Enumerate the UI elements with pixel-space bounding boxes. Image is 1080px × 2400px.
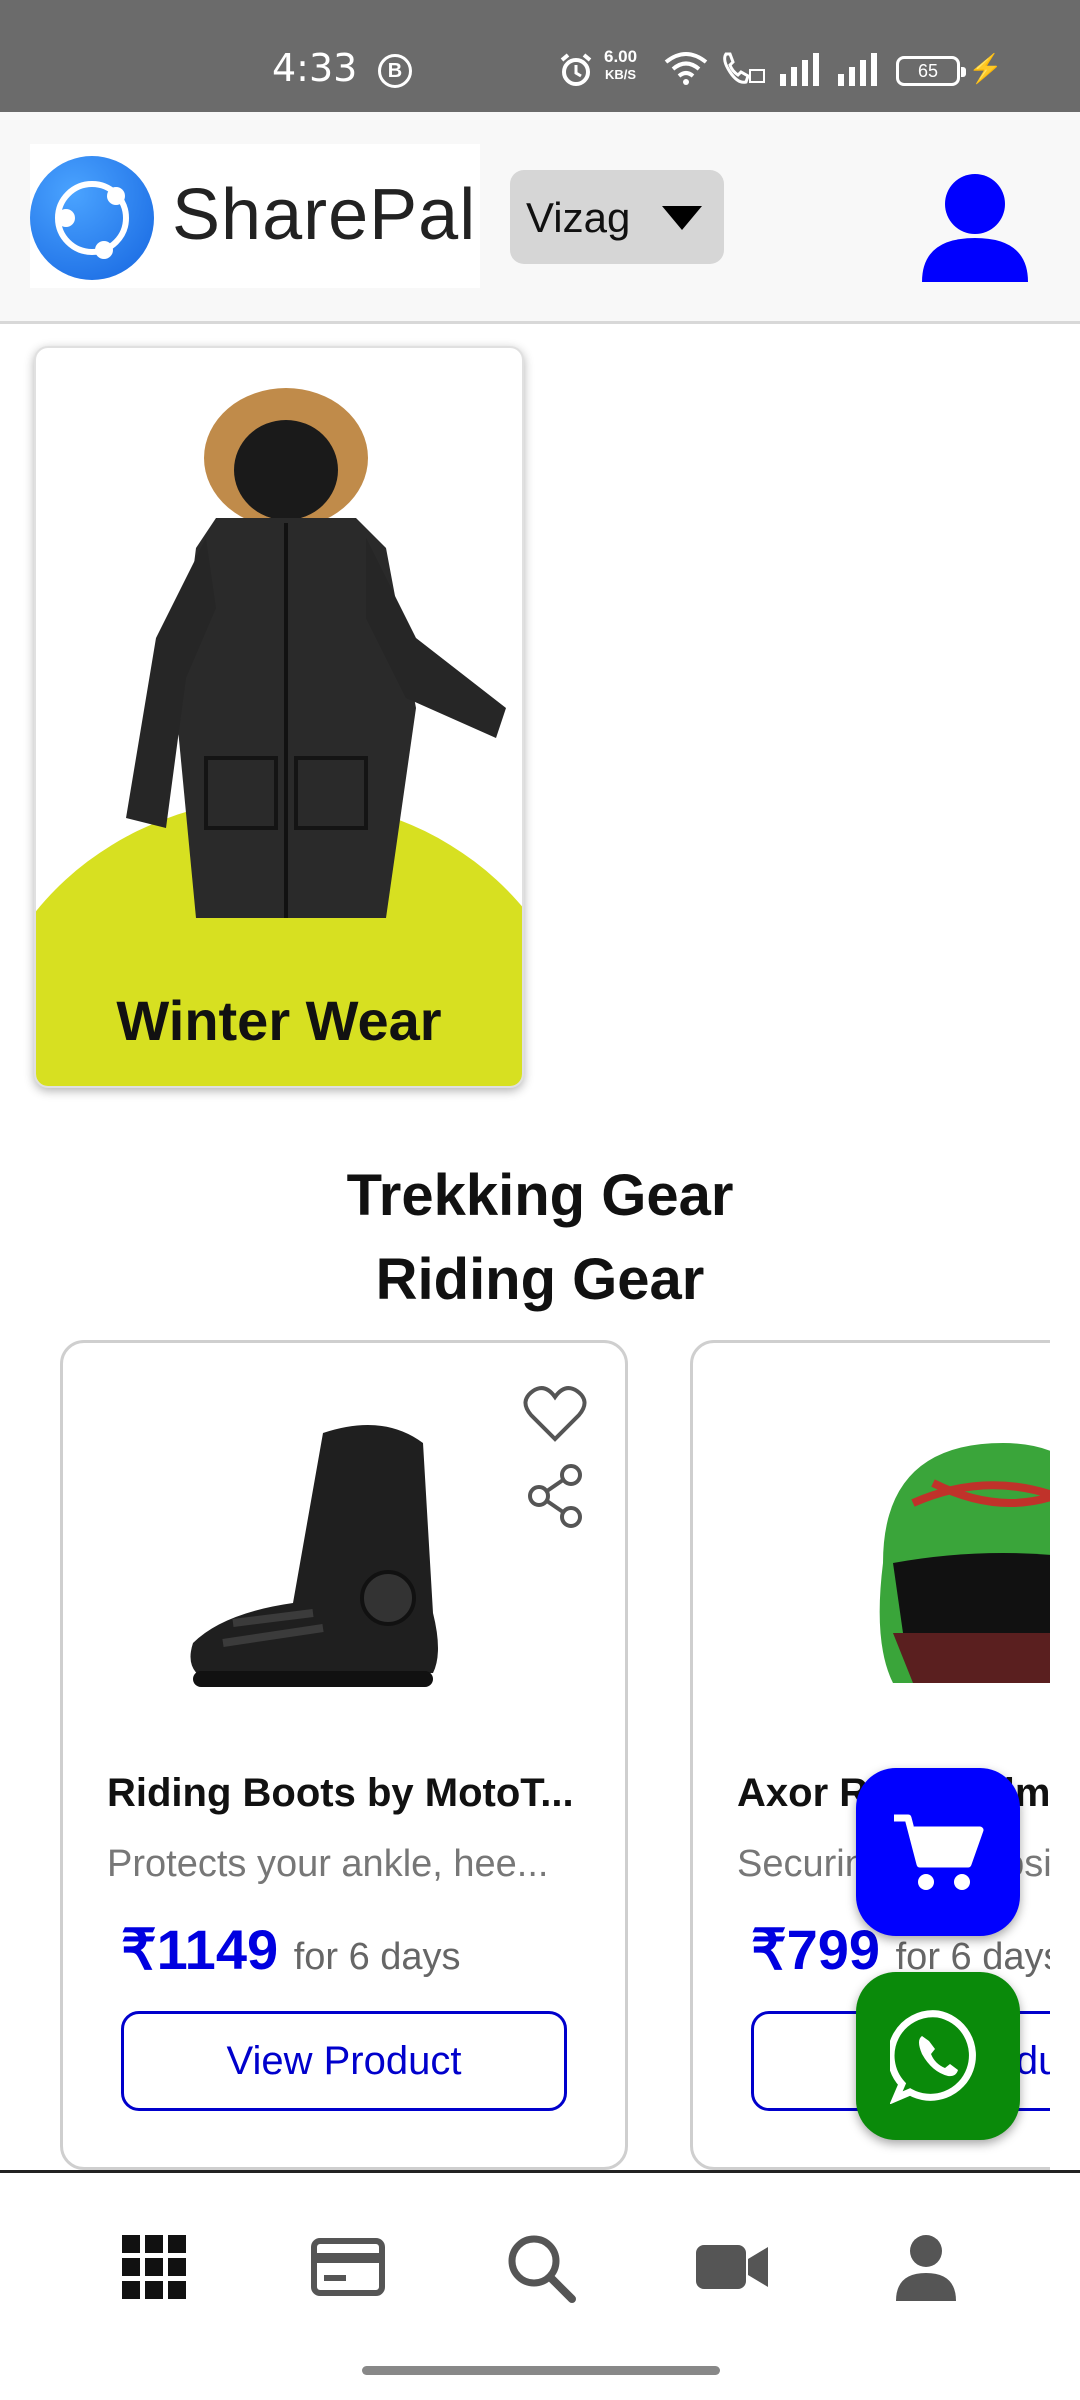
b-badge-icon: B <box>378 54 412 88</box>
cart-button[interactable] <box>856 1768 1020 1936</box>
cart-icon <box>894 1814 984 1890</box>
status-time: 4:33 <box>272 46 358 90</box>
riding-boot-image <box>190 1425 438 1687</box>
jacket-image <box>126 388 506 918</box>
section-title-riding[interactable]: Riding Gear <box>0 1246 1080 1313</box>
view-product-button[interactable]: View Product <box>121 2011 567 2111</box>
video-icon[interactable] <box>692 2227 772 2307</box>
product-price: ₹1149 for 6 days <box>121 1918 461 1981</box>
product-name: Riding Boots by MotoT... <box>107 1771 574 1815</box>
city-label: Vizag <box>526 194 631 241</box>
logo-icon <box>30 156 154 280</box>
product-card[interactable]: Riding Boots by MotoT... Protects your a… <box>60 1340 628 2170</box>
grid-icon[interactable] <box>114 2227 194 2307</box>
whatsapp-button[interactable] <box>856 1972 1020 2140</box>
charging-icon: ⚡ <box>968 53 1003 84</box>
share-icon[interactable] <box>525 1463 585 1529</box>
signal-icon <box>838 53 877 86</box>
category-card-winter-wear[interactable]: Winter Wear <box>34 346 524 1088</box>
price-period: for 6 days <box>293 1936 461 1978</box>
signal-icon <box>780 53 819 86</box>
whatsapp-icon <box>890 2010 976 2104</box>
category-title: Winter Wear <box>116 989 442 1052</box>
person-icon[interactable] <box>886 2227 966 2307</box>
caret-down-icon <box>662 206 702 230</box>
wifi-icon <box>664 52 708 85</box>
wifi-call-icon <box>723 52 765 84</box>
net-speed: 6.00 KB/S <box>604 47 638 83</box>
brand-name: SharePal <box>172 175 477 255</box>
product-description: Protects your ankle, hee... <box>107 1843 549 1885</box>
city-selector[interactable]: Vizag <box>510 170 724 264</box>
app-header: SharePal Vizag <box>0 112 1080 324</box>
alarm-icon <box>560 53 592 86</box>
brand-logo[interactable]: SharePal <box>30 144 480 288</box>
search-icon[interactable] <box>500 2227 580 2307</box>
heart-icon[interactable] <box>523 1383 587 1443</box>
section-title-trekking[interactable]: Trekking Gear <box>0 1162 1080 1229</box>
home-indicator[interactable] <box>362 2366 720 2375</box>
helmet-image <box>879 1443 1050 1683</box>
status-bar: 4:33 B 6.00 KB/S 65 ⚡ <box>0 0 1080 112</box>
battery-icon: 65 <box>896 56 966 86</box>
user-profile-icon[interactable] <box>920 170 1030 282</box>
card-icon[interactable] <box>308 2227 388 2307</box>
